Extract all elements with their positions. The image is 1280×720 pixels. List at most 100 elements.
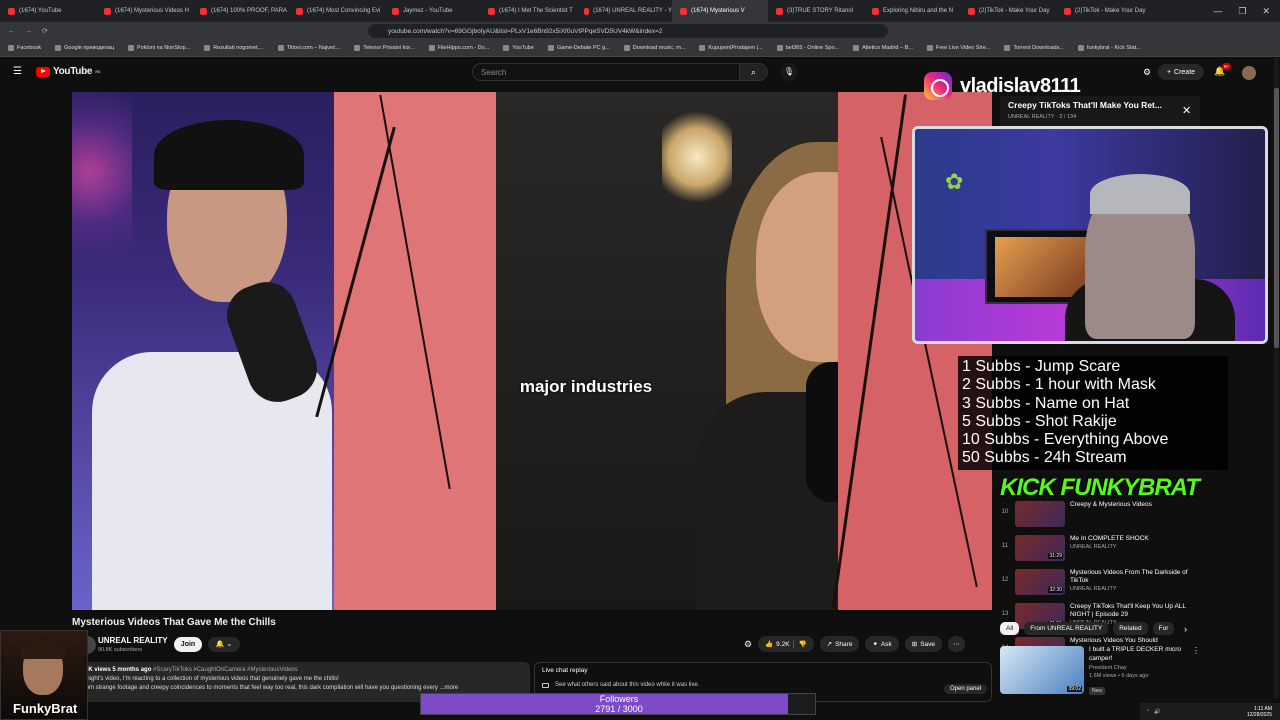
browser-tab[interactable]: (3)TRUE STORY Ritanol <box>768 0 864 22</box>
gear-icon[interactable]: ⚙ <box>744 639 752 650</box>
share-label: Share <box>835 640 853 648</box>
browser-tab[interactable]: (1674) 100% PROOF, PARA <box>192 0 288 22</box>
create-button[interactable]: + Create <box>1158 64 1204 80</box>
playlist-item[interactable]: 10 Creepy & Mysterious Videos <box>1000 498 1200 532</box>
recommended-thumbnail[interactable]: 39:02 <box>1000 646 1084 694</box>
bookmark-icon <box>776 45 783 51</box>
live-chat-sub: See what others said about this video wh… <box>555 682 700 688</box>
bookmark-item[interactable]: Torrent Downloads... <box>1004 45 1064 51</box>
url-field[interactable]: youtube.com/watch?v=69GGjboIyAU&list=PLx… <box>368 24 888 38</box>
minimize-icon[interactable]: — <box>1213 6 1222 17</box>
browser-tab[interactable]: Exploring Nibiru and the N <box>864 0 960 22</box>
channel-name[interactable]: UNREAL REALITY <box>98 636 168 645</box>
bookmark-item[interactable]: YouTube <box>503 45 534 51</box>
favicon-icon <box>776 7 783 15</box>
recommended-title[interactable]: I built a TRIPLE DECKER micro camper! <box>1089 646 1200 663</box>
browser-tab[interactable]: (2)TikTok - Make Your Day <box>1056 0 1152 22</box>
forward-icon[interactable]: → <box>25 28 32 35</box>
bookmark-item[interactable]: FileHippo.com - Do... <box>428 45 489 51</box>
voice-search-button[interactable]: 🎙 <box>780 63 798 81</box>
playlist-thumbnail[interactable]: 32:30 <box>1015 569 1065 595</box>
save-button[interactable]: ⊞ Save <box>904 636 943 652</box>
clock[interactable]: 1:11 AM 12/28/2025 <box>1247 706 1272 718</box>
reload-icon[interactable]: ⟳ <box>42 27 48 35</box>
browser-tab[interactable]: (1674) UNREAL REALITY - Y <box>576 0 672 22</box>
menu-icon[interactable]: ☰ <box>13 67 23 77</box>
playlist-item[interactable]: 11 31:29 Me In COMPLETE SHOCK UNREAL REALIT… <box>1000 532 1200 566</box>
share-button[interactable]: ↗ Share <box>819 636 860 652</box>
bookmark-item[interactable]: Facebook <box>8 45 41 51</box>
filter-chip[interactable]: Related <box>1113 622 1148 635</box>
open-panel-button[interactable]: Open panel <box>944 684 988 694</box>
bookmark-item[interactable]: Kupujem|Prodajem |... <box>699 45 763 51</box>
scrollbar-thumb[interactable] <box>1274 88 1279 348</box>
neon-light <box>72 92 132 292</box>
subscribed-bell-button[interactable]: 🔔 ⌄ <box>208 637 240 652</box>
playlist-subtitle: UNREAL REALITY · 2 / 134 <box>1008 114 1077 120</box>
bookmark-item[interactable]: funkybrat - Kick Stat... <box>1077 45 1141 51</box>
more-actions-button[interactable]: ⋯ <box>948 636 965 652</box>
browser-tab[interactable]: (2)TikTok - Make Your Day <box>960 0 1056 22</box>
bookmark-item[interactable]: Download music, m... <box>623 45 685 51</box>
ask-button[interactable]: ✦ Ask <box>865 636 899 652</box>
recommended-channel[interactable]: President Chay <box>1089 665 1200 671</box>
bookmark-icon <box>547 45 554 51</box>
leaf-icon: ✿ <box>945 169 964 194</box>
playlist-title[interactable]: Creepy TikToks That'll Make You Ret... <box>1008 100 1162 110</box>
video-left-panel <box>72 92 334 610</box>
bookmark-item[interactable]: Rezultati nogomet,... <box>204 45 264 51</box>
playlist-thumbnail[interactable]: 31:29 <box>1015 535 1065 561</box>
bookmark-item[interactable]: Free Live Video Stre... <box>926 45 990 51</box>
close-icon[interactable]: ✕ <box>1182 104 1191 117</box>
playlist-thumbnail[interactable] <box>1015 501 1065 527</box>
streamer-hair <box>1090 174 1190 214</box>
playlist-item[interactable]: 12 32:30 Mysterious Videos From The Darksi… <box>1000 566 1200 600</box>
playlist-item-title: Mysterious Videos You Should <box>1070 637 1158 644</box>
bookmark-item[interactable]: Telenor Privatni kor... <box>354 45 415 51</box>
chevron-up-icon[interactable]: ⌃ <box>1146 709 1150 715</box>
browser-tab[interactable]: (1674) Most Convincing Evi <box>288 0 384 22</box>
ask-label: Ask <box>880 640 892 648</box>
subscriber-goals: 1 Subbs - Jump Scare 2 Subbs - 1 hour wit… <box>958 356 1228 470</box>
like-count: 9.2K <box>776 640 790 648</box>
recommended-video[interactable]: 39:02 I built a TRIPLE DECKER micro camp… <box>1000 646 1200 697</box>
tab-label: (1674) Most Convincing Evi <box>307 8 381 14</box>
bookmark-label: Rezultati nogomet,... <box>213 45 264 51</box>
playlist-item-title: Creepy TikToks That'll Keep You Up ALL N… <box>1070 603 1186 618</box>
speaker-icon[interactable]: 🔊 <box>1154 709 1160 715</box>
video-player[interactable]: C major industries <box>72 92 992 610</box>
hashtags[interactable]: #ScaryTikToks #CaughtOnCamera #Mysteriou… <box>153 667 298 673</box>
join-button[interactable]: Join <box>174 637 202 652</box>
maximize-icon[interactable]: ❐ <box>1238 6 1246 17</box>
system-tray: ⌃ 🔊 1:11 AM 12/28/2025 <box>1140 703 1280 720</box>
bookmark-item[interactable]: Titlovi.com – Najveć... <box>277 45 340 51</box>
browser-tab[interactable]: (1674) I Met The Scientist T <box>480 0 576 22</box>
studio-icon[interactable]: ⚙ <box>1143 67 1151 78</box>
bookmark-item[interactable]: Game-Debate PC g... <box>547 45 610 51</box>
search-button[interactable]: ⌕ <box>740 63 768 81</box>
bookmark-item[interactable]: Atletico Madrid – B... <box>853 45 913 51</box>
filter-chip[interactable]: All <box>1000 622 1020 635</box>
bookmark-label: Game-Debate PC g... <box>556 45 610 51</box>
filter-chip[interactable]: For <box>1152 622 1175 635</box>
back-icon[interactable]: ← <box>8 28 15 35</box>
browser-tab[interactable]: (1674) Mysterious Videos H <box>96 0 192 22</box>
youtube-logo[interactable]: YouTube RS <box>36 66 100 77</box>
bookmark-item[interactable]: Pokloni na NonStop... <box>128 45 190 51</box>
browser-tab[interactable]: (1674) Mysterious V <box>672 0 768 22</box>
like-button[interactable]: 👍 9.2K 👎 <box>758 636 814 652</box>
thumbs-down-icon[interactable]: 👎 <box>792 640 807 648</box>
search-input[interactable]: Search <box>472 63 740 81</box>
bookmark-item[interactable]: Google преводилац <box>55 45 114 51</box>
page-scrollbar[interactable] <box>1274 58 1279 698</box>
filter-chip[interactable]: From UNREAL REALITY <box>1024 622 1109 635</box>
browser-tab[interactable]: (1674) YouTube <box>0 0 96 22</box>
chevron-right-icon[interactable]: › <box>1184 624 1187 634</box>
browser-tab[interactable]: Jaymez - YouTube <box>384 0 480 22</box>
bookmark-item[interactable]: bet365 - Online Spo... <box>776 45 840 51</box>
bookmark-label: bet365 - Online Spo... <box>785 45 840 51</box>
account-avatar[interactable] <box>1242 66 1256 80</box>
more-options-icon[interactable]: ⋮ <box>1192 646 1200 655</box>
bookmark-icon <box>277 45 284 51</box>
close-window-icon[interactable]: ✕ <box>1262 6 1270 17</box>
